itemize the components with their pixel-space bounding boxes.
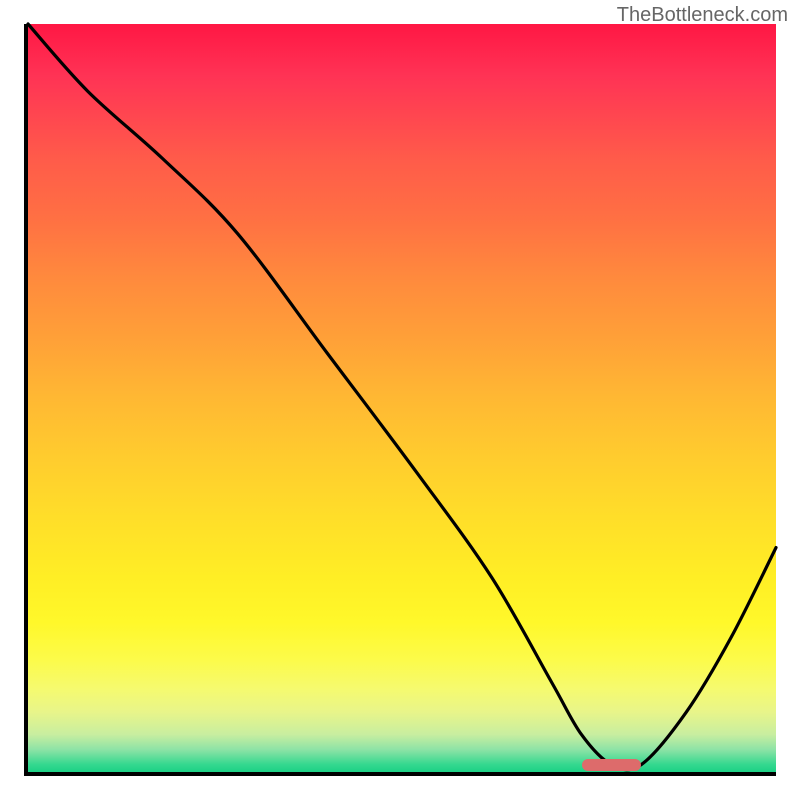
- chart-curve-svg: [28, 24, 776, 772]
- watermark-text: TheBottleneck.com: [617, 4, 788, 27]
- optimal-marker: [582, 759, 642, 771]
- chart-plot-area: [24, 24, 776, 776]
- bottleneck-curve-path: [28, 24, 776, 770]
